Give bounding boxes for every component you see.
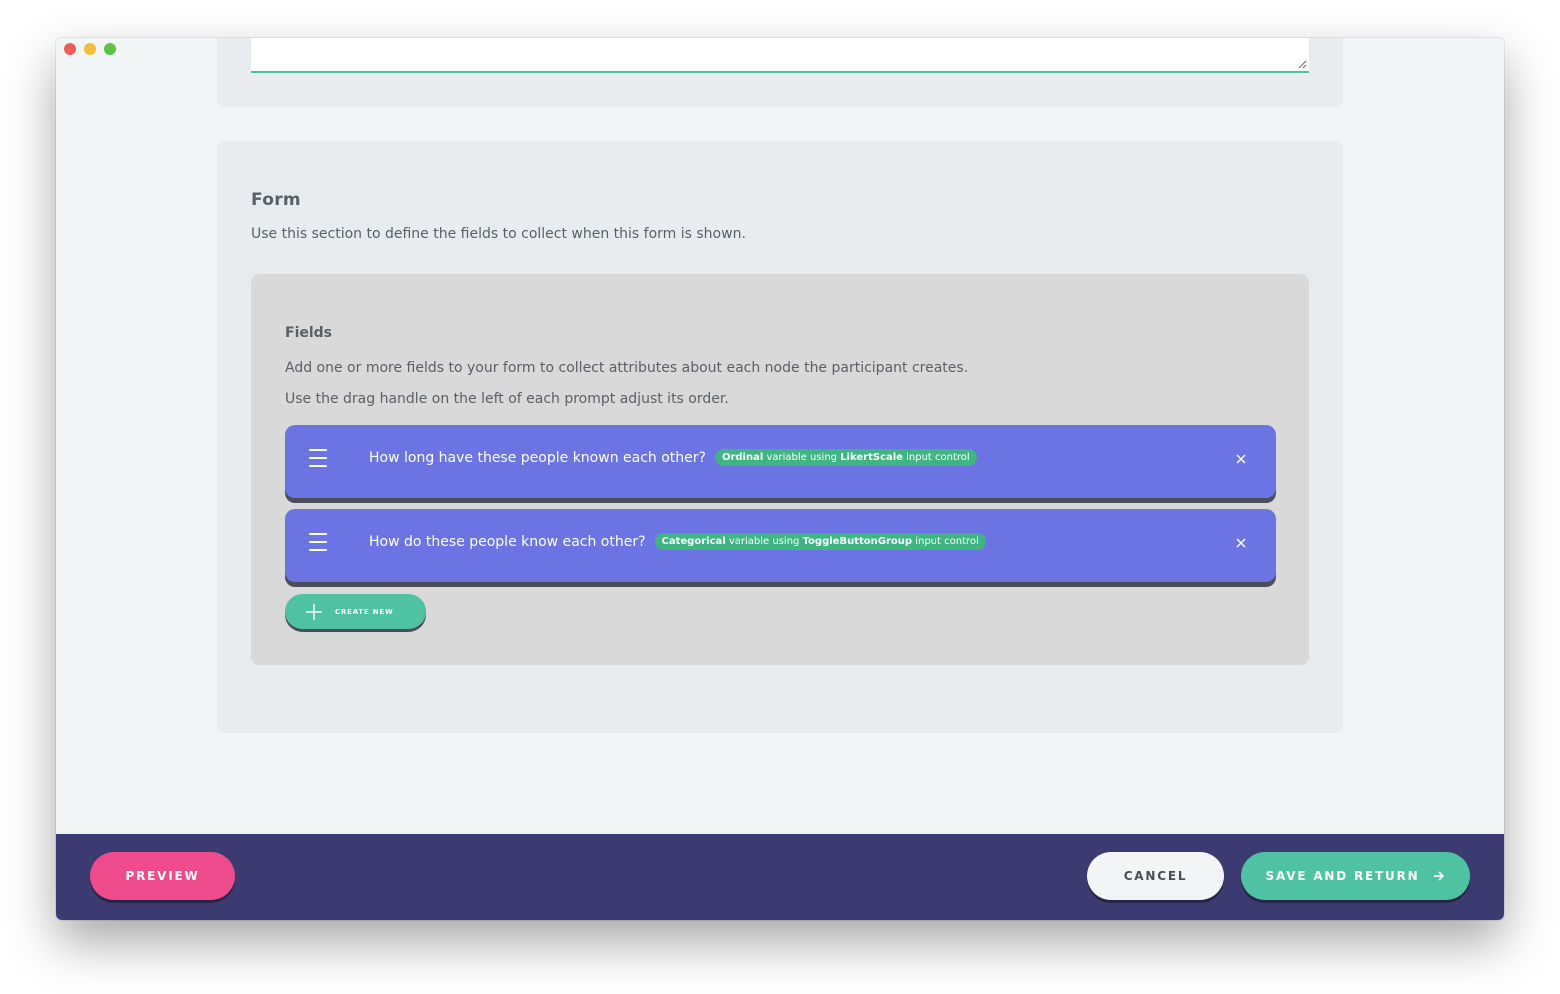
input-control-name: LikertScale: [840, 452, 903, 463]
field-prompt-card[interactable]: How do these people know each other? Cat…: [285, 509, 1276, 582]
close-icon[interactable]: [1234, 536, 1248, 550]
field-prompt-card[interactable]: How long have these people known each ot…: [285, 425, 1276, 498]
prompt-content: How long have these people known each ot…: [369, 449, 977, 466]
window-controls: [64, 43, 116, 55]
prompt-label: How long have these people known each ot…: [369, 449, 706, 466]
app-window: Form Use this section to define the fiel…: [56, 38, 1504, 920]
preview-button[interactable]: PREVIEW: [90, 852, 235, 900]
fields-drag-hint: Use the drag handle on the left of each …: [285, 391, 729, 407]
form-section: Form Use this section to define the fiel…: [217, 141, 1343, 733]
cancel-button[interactable]: CANCEL: [1087, 852, 1224, 900]
save-and-return-label: SAVE AND RETURN: [1265, 869, 1420, 883]
fields-description: Add one or more fields to your form to c…: [285, 360, 969, 376]
drag-handle-icon[interactable]: [309, 449, 327, 467]
fields-title: Fields: [285, 325, 333, 341]
badge-text: input control: [912, 536, 979, 547]
badge-text: variable using: [725, 536, 803, 547]
badge-text: input control: [902, 452, 970, 463]
arrow-right-icon: [1434, 871, 1445, 881]
drag-handle-icon[interactable]: [309, 533, 327, 551]
create-new-button[interactable]: CREATE NEW: [285, 594, 426, 629]
create-new-label: CREATE NEW: [335, 607, 394, 616]
resize-handle-icon[interactable]: [1298, 60, 1307, 69]
footer-bar: PREVIEW CANCEL SAVE AND RETURN: [56, 834, 1504, 920]
close-icon[interactable]: [1234, 452, 1248, 466]
fields-panel: Fields Add one or more fields to your fo…: [251, 274, 1309, 665]
form-description: Use this section to define the fields to…: [251, 226, 746, 242]
maximize-window-button[interactable]: [104, 43, 116, 55]
prompt-content: How do these people know each other? Cat…: [369, 533, 986, 550]
prompt-label: How do these people know each other?: [369, 533, 646, 550]
close-window-button[interactable]: [64, 43, 76, 55]
plus-icon: [306, 603, 322, 620]
input-control-name: ToggleButtonGroup: [802, 536, 913, 547]
form-title: Form: [251, 190, 301, 210]
minimize-window-button[interactable]: [84, 43, 96, 55]
text-area[interactable]: [251, 38, 1309, 73]
variable-badge: Categorical variable using ToggleButtonG…: [654, 533, 986, 550]
variable-badge: Ordinal variable using LikertScale input…: [714, 449, 977, 466]
variable-type: Categorical: [661, 536, 726, 547]
previous-section: [217, 38, 1343, 107]
badge-text: variable using: [763, 452, 841, 463]
save-and-return-button[interactable]: SAVE AND RETURN: [1241, 852, 1470, 900]
variable-type: Ordinal: [721, 452, 764, 463]
